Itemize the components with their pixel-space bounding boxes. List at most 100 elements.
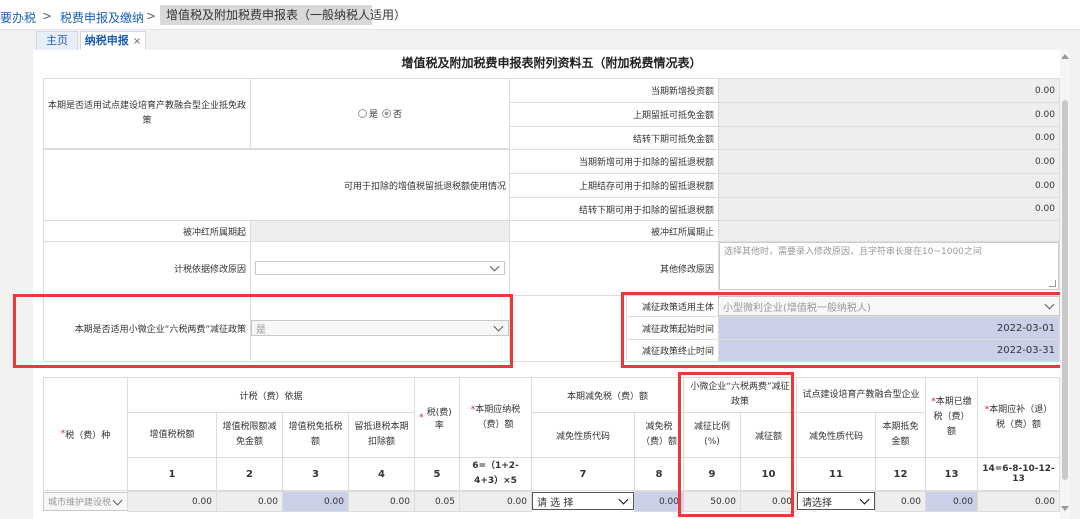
col-paid-header: *本期已缴税（费）额: [925, 377, 978, 458]
chevron-down-icon: [493, 321, 504, 332]
col-num-13: 13: [925, 457, 978, 491]
radio-yes[interactable]: [357, 109, 367, 118]
radio-no-label: 否: [393, 110, 403, 120]
close-icon[interactable]: ×: [133, 36, 141, 47]
next-credit-label: 结转下期可抵免金额: [509, 126, 719, 150]
col-num-12: 12: [875, 457, 926, 491]
tax-type-select-value: 城市维护建设税: [48, 498, 112, 508]
cell-refund[interactable]: 0.00: [348, 491, 415, 512]
col-basis-header: 计税（费）依据: [127, 377, 415, 413]
basis-reason-select[interactable]: [255, 261, 505, 275]
resize-grip-icon[interactable]: [1049, 280, 1056, 287]
col-payable-header: *本期应纳税（费）额: [459, 377, 532, 458]
tax-type-select[interactable]: 城市维护建设税: [43, 492, 128, 511]
six-tax-select-value: 是: [256, 324, 266, 336]
col-num-3: 3: [282, 457, 349, 491]
cell-pilot-amt: 0.00: [875, 491, 926, 512]
cell-supp: 0.00: [977, 491, 1060, 512]
reduce-code-select-value: 请 选 择: [537, 497, 574, 509]
col-vat-header: 增值税税额: [127, 412, 217, 458]
cell-reduce-amt[interactable]: 0.00: [634, 491, 684, 512]
col-pilot-code-header: 减免性质代码: [796, 412, 876, 458]
col-num-1: 1: [127, 457, 217, 491]
chevron-down-icon: [859, 494, 870, 505]
col-ratio-header: 减征比例(%): [683, 412, 741, 458]
refund-use-label: 可用于扣除的增值税留抵退税额使用情况: [343, 181, 506, 192]
form-page: 增值税及附加税费申报表附列资料五（附加税费情况表） 本期是否适用试点建设培育产教…: [13, 50, 1070, 519]
chevron-down-icon: [1044, 299, 1055, 310]
col-pilot-header: 试点建设培育产教融合型企业: [796, 377, 926, 413]
chevron-down-icon: [618, 494, 629, 505]
reduce-code-select[interactable]: 请 选 择: [532, 492, 634, 510]
start-label: 减征政策起始时间: [626, 316, 719, 340]
col-small-biz-header: 小微企业“六税两费”减征政策: [683, 377, 797, 413]
breadcrumb-tax-filing-link[interactable]: 税费申报及缴纳: [60, 9, 144, 26]
prev-credit-label: 上期留抵可抵免金额: [509, 102, 719, 127]
cell-payable: 0.00: [459, 491, 532, 512]
cur-new-refund-value: 0.00: [718, 149, 1060, 174]
col-num-6: 6=（1+2-4+3）×5: [459, 457, 532, 491]
col-num-14: 14=6-8-10-12-13: [977, 457, 1060, 491]
cell-rate: 0.05: [414, 491, 460, 512]
breadcrumb-current: 增值税及附加税费申报表（一般纳税人适用）: [160, 5, 406, 25]
pilot-code-select[interactable]: 请选择: [797, 492, 875, 510]
cell-paid[interactable]: 0.00: [925, 491, 978, 512]
tab-tax-filing-label: 纳税申报: [84, 34, 129, 47]
col-payable-label: 本期应纳税（费）额: [475, 404, 521, 430]
start-value: 2022-03-01: [718, 316, 1060, 340]
end-label: 减征政策终止时间: [626, 339, 719, 362]
tab-bar: 主页 纳税申报 ×: [0, 30, 1080, 50]
col-reduce-header: 本期减免税（费）额: [531, 377, 684, 413]
chevron-down-icon: [489, 261, 500, 272]
col-num-5: 5: [414, 457, 460, 491]
col-rate-label: 税(费)率: [426, 407, 452, 431]
red-end-value[interactable]: [718, 220, 1060, 242]
col-supp-label: 本期应补（退）税（费）额: [989, 404, 1053, 430]
subject-select[interactable]: 小型微利企业(增值税一般纳税人): [718, 296, 1060, 316]
prev-credit-value: 0.00: [718, 102, 1060, 127]
next-carry-refund-value: 0.00: [718, 197, 1060, 221]
col-paid-label: 本期已缴税（费）额: [933, 397, 972, 437]
scroll-down-icon[interactable]: [1061, 506, 1069, 511]
breadcrumb-home-link[interactable]: 要办税: [0, 9, 36, 26]
cur-new-refund-label: 当期新增可用于扣除的留抵退税额: [509, 149, 719, 174]
col-num-4: 4: [348, 457, 415, 491]
other-reason-label: 其他修改原因: [509, 241, 719, 296]
pilot-policy-radio-group: 是 否: [250, 78, 510, 149]
cell-reduce-small: 0.00: [740, 491, 797, 512]
pilot-code-select-value: 请选择: [802, 497, 832, 509]
breadcrumb: 要办税 > 税费申报及缴纳 > 增值税及附加税费申报表（一般纳税人适用）: [0, 0, 1080, 30]
radio-yes-label: 是: [368, 110, 378, 120]
tab-home[interactable]: 主页: [36, 31, 78, 50]
col-tax-type-header: * 税（费）种: [43, 377, 128, 491]
six-tax-select[interactable]: 是: [251, 320, 509, 336]
vertical-scrollbar[interactable]: [1060, 50, 1070, 519]
prev-carry-refund-label: 上期结存可用于扣除的留抵退税额: [509, 173, 719, 198]
col-tax-type-label: 税（费）种: [65, 430, 111, 441]
scrollbar-thumb[interactable]: [1062, 100, 1068, 480]
col-vat-exempt-header: 增值税限额减免金额: [216, 412, 283, 458]
cell-vat-credit[interactable]: 0.00: [282, 491, 349, 512]
subject-spacer-cell: [509, 295, 627, 362]
radio-no[interactable]: [382, 109, 391, 118]
tab-tax-filing[interactable]: 纳税申报 ×: [80, 31, 146, 50]
col-rate-header: * 税(费)率: [414, 377, 460, 458]
scroll-up-icon[interactable]: [1061, 54, 1069, 59]
subject-label: 减征政策适用主体: [626, 295, 719, 317]
new-invest-label: 当期新增投资额: [509, 78, 719, 103]
col-reduce-code-header: 减免性质代码: [531, 412, 635, 458]
other-reason-textarea[interactable]: 选择其他时，需要录入修改原因，且字符串长度在10~1000之间: [719, 242, 1059, 290]
other-reason-placeholder: 选择其他时，需要录入修改原因，且字符串长度在10~1000之间: [724, 247, 982, 257]
breadcrumb-separator: >: [42, 9, 53, 23]
cell-vat-exempt[interactable]: 0.00: [216, 491, 283, 512]
cell-vat[interactable]: 0.00: [127, 491, 217, 512]
page-title: 增值税及附加税费申报表附列资料五（附加税费情况表）: [401, 56, 702, 70]
tab-home-label: 主页: [46, 34, 68, 47]
next-carry-refund-label: 结转下期可用于扣除的留抵退税额: [509, 197, 719, 221]
six-tax-label: 本期是否适用小微企业“六税两费”减征政策: [43, 295, 251, 362]
col-supp-header: *本期应补（退）税（费）额: [977, 377, 1060, 458]
col-num-7: 7: [531, 457, 635, 491]
next-credit-value: 0.00: [718, 126, 1060, 150]
red-start-value[interactable]: [250, 220, 510, 242]
subject-select-value: 小型微利企业(增值税一般纳税人): [723, 302, 871, 314]
